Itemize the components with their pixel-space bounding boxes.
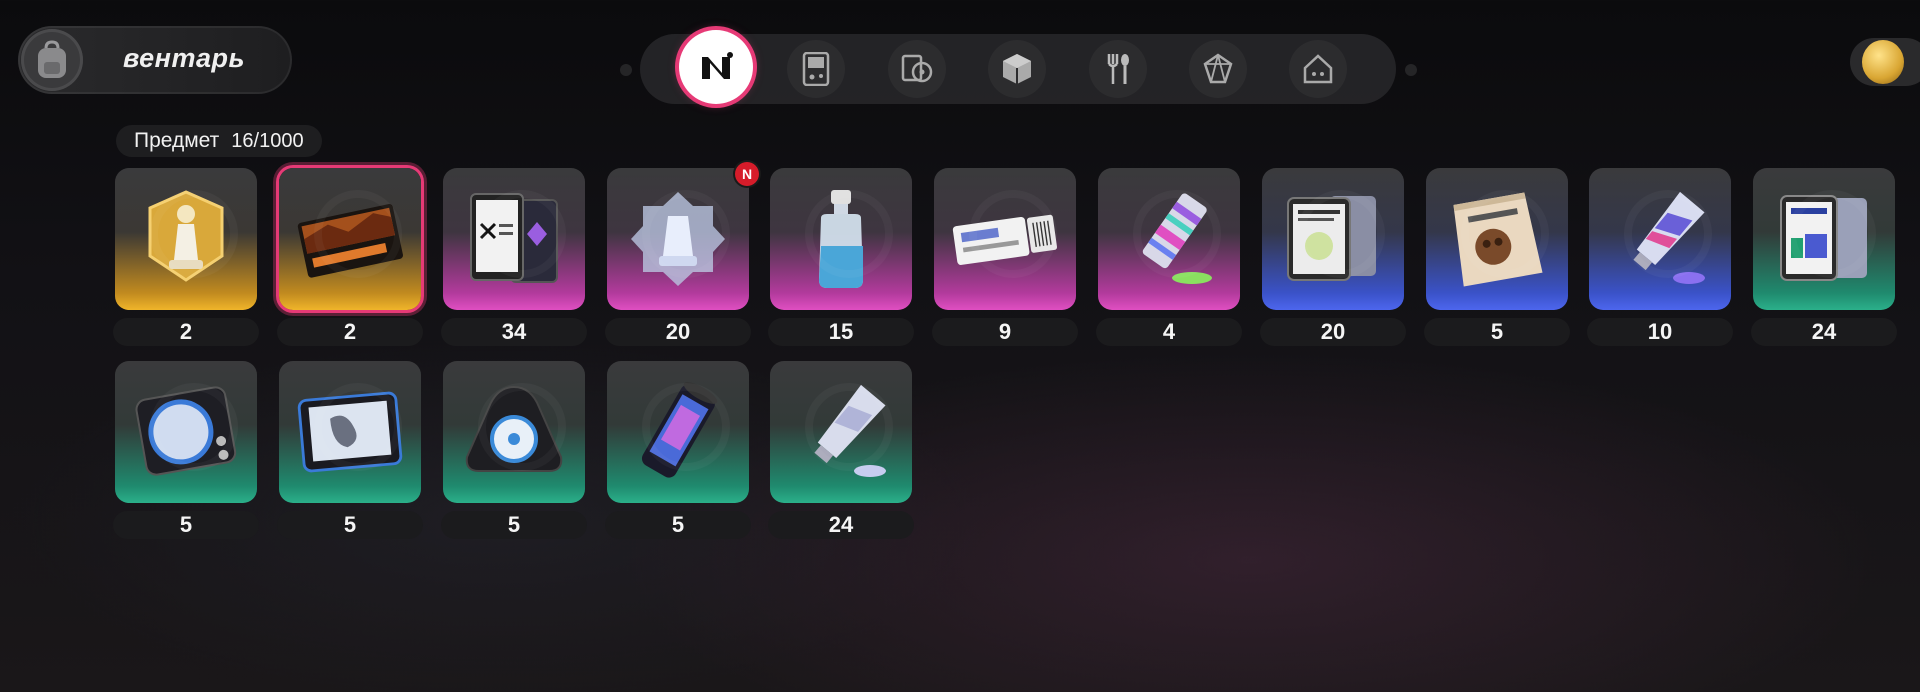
tab-items[interactable] [679, 30, 753, 104]
item-quantity: 5 [277, 511, 423, 539]
item-quantity: 20 [605, 318, 751, 346]
snack-bag-icon [1441, 180, 1553, 298]
fork-spoon-icon [1107, 54, 1129, 84]
ticket-card-icon [294, 180, 406, 298]
bottle-icon [785, 180, 897, 298]
cube-icon [1003, 54, 1031, 84]
item-quantity: 5 [1424, 318, 1570, 346]
item-quantity: 9 [932, 318, 1078, 346]
inventory-item[interactable]: N 20 [605, 162, 759, 346]
item-card[interactable] [607, 361, 749, 503]
spinner-device-icon [458, 373, 570, 491]
inventory-item[interactable]: 5 [1424, 168, 1570, 346]
item-card[interactable] [115, 168, 257, 310]
item-quantity: 10 [1587, 318, 1733, 346]
inventory-item[interactable]: 2 [113, 168, 259, 346]
item-card[interactable] [1262, 168, 1404, 310]
item-card[interactable] [115, 361, 257, 503]
capacity-value: 16/1000 [231, 129, 304, 152]
item-quantity: 24 [1751, 318, 1897, 346]
item-card[interactable] [1426, 168, 1568, 310]
item-quantity: 20 [1260, 318, 1406, 346]
item-card[interactable] [1098, 168, 1240, 310]
tab-games[interactable] [787, 40, 845, 98]
inventory-title-pill[interactable]: вентарь [18, 26, 292, 94]
inventory-item-selected[interactable]: 2 [277, 168, 423, 346]
inventory-item[interactable]: 5 [605, 361, 751, 539]
crystal-icon [1203, 53, 1233, 84]
item-card[interactable] [1589, 168, 1731, 310]
item-quantity: 4 [1096, 318, 1242, 346]
inventory-item[interactable]: 24 [1751, 168, 1897, 346]
gameboy-icon [802, 52, 830, 86]
item-card[interactable] [770, 168, 912, 310]
item-card[interactable] [770, 361, 912, 503]
item-quantity: 5 [605, 511, 751, 539]
inventory-item[interactable]: 20 [1260, 168, 1406, 346]
paint-tube-icon [1604, 180, 1716, 298]
item-quantity: 24 [768, 511, 914, 539]
item-card[interactable] [279, 168, 421, 310]
item-card[interactable] [1753, 168, 1895, 310]
tab-materials[interactable] [988, 40, 1046, 98]
item-card[interactable] [607, 168, 749, 310]
glitch-tube-icon [1113, 180, 1225, 298]
golden-egg-icon [1862, 40, 1904, 84]
item-quantity: 5 [441, 511, 587, 539]
page-title: вентарь [123, 43, 246, 73]
inventory-item[interactable]: 5 [441, 361, 587, 539]
paint-tube-icon [785, 373, 897, 491]
inventory-item[interactable]: 9 [932, 168, 1078, 346]
canister-icon [622, 373, 734, 491]
capacity-label: Предмет [134, 129, 220, 152]
nav-left-dot [620, 64, 632, 76]
item-quantity: 2 [113, 318, 259, 346]
item-card[interactable] [934, 168, 1076, 310]
inventory-item[interactable]: 15 [768, 168, 914, 346]
inventory-item[interactable]: 5 [277, 361, 423, 539]
currency-display[interactable] [1850, 38, 1920, 86]
tab-home[interactable] [1289, 40, 1347, 98]
new-badge: N [735, 162, 759, 186]
item-quantity: 5 [113, 511, 259, 539]
tablet-cards-icon [1277, 180, 1389, 298]
brand-n-icon [702, 52, 733, 79]
backpack-icon [21, 29, 83, 91]
inventory-item[interactable]: 4 [1096, 168, 1242, 346]
item-card[interactable] [443, 168, 585, 310]
item-card[interactable] [443, 361, 585, 503]
ticket-icon [949, 180, 1061, 298]
item-quantity: 34 [441, 318, 587, 346]
inventory-item[interactable]: 5 [113, 361, 259, 539]
home-gamepad-icon [1303, 54, 1333, 84]
inventory-item[interactable]: 34 [441, 168, 587, 346]
crystal-trophy-icon [622, 180, 734, 298]
media-disc-icon [901, 54, 933, 83]
tab-food[interactable] [1089, 40, 1147, 98]
tab-media[interactable] [888, 40, 946, 98]
phone-cards-icon [458, 180, 570, 298]
tab-crystals[interactable] [1189, 40, 1247, 98]
phone-cards-icon [1768, 180, 1880, 298]
inventory-item[interactable]: 10 [1587, 168, 1733, 346]
nav-right-dot [1405, 64, 1417, 76]
chess-trophy-icon [130, 180, 242, 298]
inventory-item[interactable]: 24 [768, 361, 914, 539]
item-card[interactable] [279, 361, 421, 503]
cassette-player-icon [130, 373, 242, 491]
screen-device-icon [294, 373, 406, 491]
item-quantity: 15 [768, 318, 914, 346]
item-quantity: 2 [277, 318, 423, 346]
item-capacity: Предмет 16/1000 [116, 125, 322, 157]
